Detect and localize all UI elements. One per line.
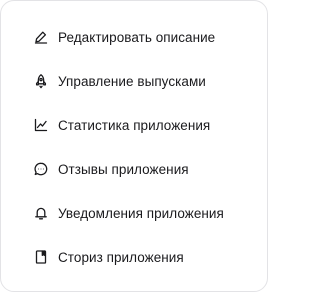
menu-item-app-statistics[interactable]: Статистика приложения (1, 103, 267, 147)
menu-list: Редактировать описание Управление выпуск… (1, 15, 267, 279)
menu-item-label: Редактировать описание (58, 29, 216, 45)
line-chart-icon (33, 117, 49, 133)
rocket-icon (33, 73, 49, 89)
menu-item-label: Отзывы приложения (58, 161, 189, 177)
menu-item-release-management[interactable]: Управление выпусками (1, 59, 267, 103)
bell-icon (33, 205, 49, 221)
menu-item-app-reviews[interactable]: Отзывы приложения (1, 147, 267, 191)
menu-item-app-stories[interactable]: Сториз приложения (1, 235, 267, 279)
pencil-icon (33, 29, 49, 45)
app-actions-menu: Редактировать описание Управление выпуск… (0, 0, 268, 292)
menu-item-label: Сториз приложения (58, 249, 184, 265)
menu-item-label: Уведомления приложения (58, 205, 224, 221)
menu-item-label: Управление выпусками (58, 73, 206, 89)
bookmark-card-icon (33, 249, 49, 265)
menu-item-edit-description[interactable]: Редактировать описание (1, 15, 267, 59)
menu-item-label: Статистика приложения (58, 117, 211, 133)
menu-item-app-notifications[interactable]: Уведомления приложения (1, 191, 267, 235)
chat-bubble-icon (33, 161, 49, 177)
